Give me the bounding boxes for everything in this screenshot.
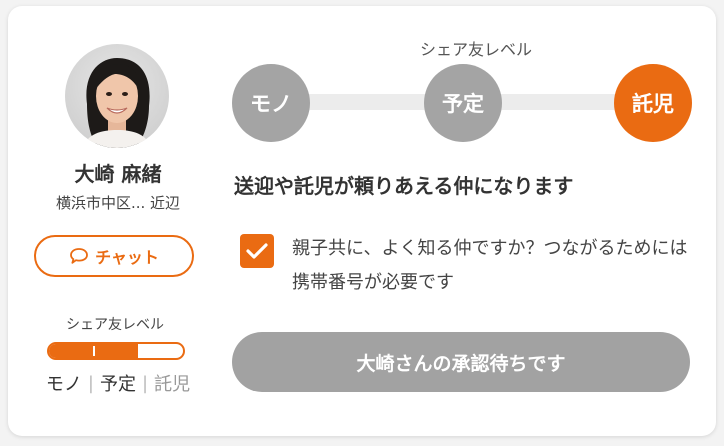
level-step-takuji: 託児: [614, 64, 692, 142]
chat-button[interactable]: チャット: [34, 235, 194, 277]
chat-button-label: チャット: [95, 248, 159, 267]
user-location: 横浜市中区... 近辺: [55, 194, 181, 212]
level-step-mono: モノ: [232, 64, 310, 142]
consent-text: 親子共に、よく知る仲ですか？つながるためには携帯番号が必要です: [292, 238, 688, 293]
level-step-label: 予定: [442, 92, 484, 116]
consent-checkbox[interactable]: [240, 234, 274, 268]
pending-approval-button[interactable]: 大崎さんの承認待ちです: [232, 332, 690, 392]
avatar[interactable]: [65, 44, 169, 148]
level-step-label: モノ: [250, 92, 292, 116]
speech-bubble-icon: [69, 247, 89, 265]
mini-level-labels: モノ | 予定 | 託児: [30, 370, 206, 396]
mini-level-bar: [47, 342, 185, 360]
mini-level-bar-divider: [93, 346, 95, 356]
mini-level-separator: |: [87, 372, 94, 394]
level-step-label: 託児: [632, 92, 674, 116]
user-photo-icon: [83, 58, 151, 148]
user-name: 大崎 麻緒: [74, 162, 162, 186]
mini-level-label-mono: モノ: [45, 374, 82, 395]
mini-level-bar-divider: [138, 346, 140, 356]
share-level-card: 大崎 麻緒 横浜市中区... 近辺 チャット シェア友レベル モノ | 予定 |…: [8, 6, 716, 436]
mini-level-title: シェア友レベル: [66, 317, 164, 333]
mini-level-label-takuji: 託児: [154, 374, 191, 395]
checkmark-icon: [246, 243, 268, 259]
share-level-title: シェア友レベル: [419, 40, 532, 59]
level-step-yotei: 予定: [424, 64, 502, 142]
mini-level-label-yotei: 予定: [100, 374, 136, 395]
mini-level-separator: |: [142, 372, 149, 394]
level-message: 送迎や託児が頼りあえる仲になります: [234, 174, 574, 198]
